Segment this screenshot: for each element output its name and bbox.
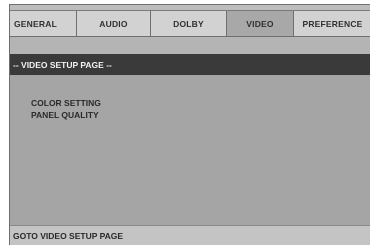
page-title: -- VIDEO SETUP PAGE -- — [10, 54, 370, 75]
tab-bar: GENERAL AUDIO DOLBY VIDEO PREFERENCE — [10, 11, 370, 37]
settings-menu: COLOR SETTING PANEL QUALITY — [31, 97, 101, 121]
tab-dolby[interactable]: DOLBY — [151, 11, 227, 36]
tab-audio[interactable]: AUDIO — [77, 11, 151, 36]
menu-item-color-setting[interactable]: COLOR SETTING — [31, 97, 101, 109]
spacer-band — [10, 37, 370, 54]
status-bar: GOTO VIDEO SETUP PAGE — [10, 225, 370, 245]
tab-general[interactable]: GENERAL — [10, 11, 77, 36]
tab-video[interactable]: VIDEO — [227, 11, 294, 36]
tab-preference[interactable]: PREFERENCE — [294, 11, 370, 36]
menu-item-panel-quality[interactable]: PANEL QUALITY — [31, 109, 101, 121]
setup-menu-screen: GENERAL AUDIO DOLBY VIDEO PREFERENCE -- … — [9, 4, 370, 245]
